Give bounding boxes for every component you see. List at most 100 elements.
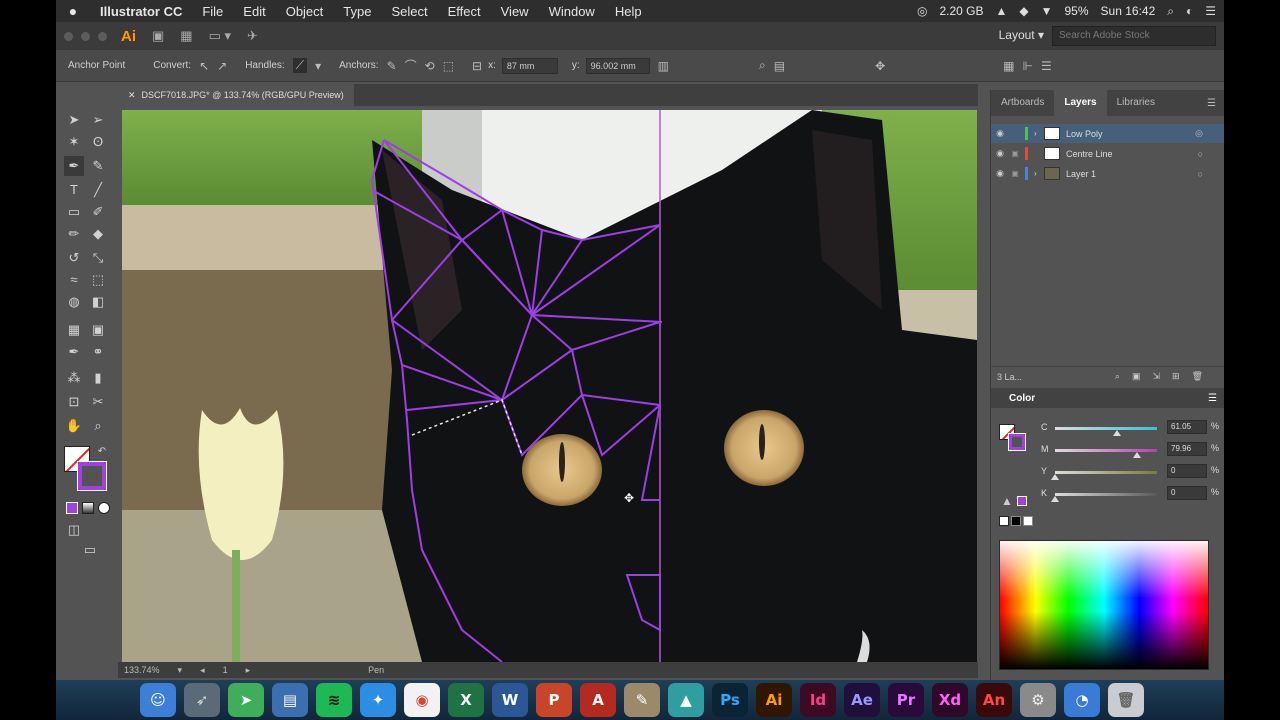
new-sublayer-icon[interactable]: ⇲ bbox=[1152, 371, 1160, 382]
dock-xd-icon[interactable]: Xd bbox=[932, 683, 968, 717]
free-transform-tool-icon[interactable]: ⬚ bbox=[88, 270, 108, 290]
web-safe-swatch[interactable] bbox=[1017, 496, 1027, 506]
color-panel-menu-icon[interactable]: ☰ bbox=[1208, 393, 1224, 404]
notification-center-icon[interactable]: ☰ bbox=[1205, 4, 1216, 18]
dock-system-preferences-icon[interactable]: ⚙ bbox=[1020, 683, 1056, 717]
menu-effect[interactable]: Effect bbox=[438, 4, 491, 19]
remove-anchor-icon[interactable]: ✎ bbox=[387, 59, 397, 73]
layer-row-layer-1[interactable]: ◉ ▣ › Layer 1 ○ bbox=[991, 164, 1224, 183]
dock-migration-icon[interactable]: ◔ bbox=[1064, 683, 1100, 717]
layer-row-low-poly[interactable]: ◉ › Low Poly ◎ bbox=[991, 124, 1224, 143]
prev-artboard-icon[interactable]: ◂ bbox=[200, 665, 205, 676]
layer-row-centre-line[interactable]: ◉ ▣ Centre Line ○ bbox=[991, 144, 1224, 163]
lock-icon[interactable]: ▣ bbox=[1009, 169, 1021, 178]
clock[interactable]: Sun 16:42 bbox=[1101, 4, 1156, 18]
workspace-switcher[interactable]: Layout ▾ bbox=[999, 28, 1044, 42]
menu-edit[interactable]: Edit bbox=[233, 4, 275, 19]
new-layer-icon[interactable]: ⊞ bbox=[1172, 371, 1180, 382]
out-of-gamut-icon[interactable]: ▲ bbox=[1001, 494, 1013, 508]
channel-knob[interactable] bbox=[1051, 474, 1059, 480]
warp-tool-icon[interactable]: ≈ bbox=[64, 270, 84, 290]
y-coordinate-field[interactable]: 96.002 mm bbox=[585, 57, 650, 74]
direct-selection-tool-icon[interactable]: ➢ bbox=[88, 110, 108, 130]
dock-after-effects-icon[interactable]: Ae bbox=[844, 683, 880, 717]
document-tab[interactable]: ✕ DSCF7018.JPG* @ 133.74% (RGB/GPU Previ… bbox=[118, 84, 354, 106]
magic-wand-tool-icon[interactable]: ✶ bbox=[64, 132, 84, 152]
live-paint-tool-icon[interactable]: ◧ bbox=[88, 292, 108, 312]
transform-icon[interactable]: ▥ bbox=[658, 59, 669, 73]
menu-view[interactable]: View bbox=[491, 4, 539, 19]
none-swatch[interactable] bbox=[999, 516, 1009, 526]
clipping-mask-icon[interactable]: ▣ bbox=[1132, 371, 1141, 382]
battery-percent[interactable]: 95% bbox=[1065, 4, 1089, 18]
panel-menu-icon[interactable]: ☰ bbox=[1207, 98, 1224, 109]
screen-mode-icon[interactable]: ▭ bbox=[80, 540, 100, 560]
dock-spotify-icon[interactable]: ≋ bbox=[316, 683, 352, 717]
slider-row-k[interactable]: K 0% bbox=[1041, 484, 1221, 504]
channel-track[interactable] bbox=[1055, 471, 1157, 474]
dock-illustrator-icon[interactable]: Ai bbox=[756, 683, 792, 717]
dock-indesign-icon[interactable]: Id bbox=[800, 683, 836, 717]
visibility-eye-icon[interactable]: ◉ bbox=[991, 168, 1009, 179]
stroke-swatch[interactable] bbox=[77, 461, 107, 491]
fill-color-mode-button[interactable] bbox=[66, 502, 78, 514]
dock-photoshop-icon[interactable]: Ps bbox=[712, 683, 748, 717]
eyedropper-tool-icon[interactable]: ✒ bbox=[64, 342, 84, 362]
none-mode-button[interactable] bbox=[98, 502, 110, 514]
next-artboard-icon[interactable]: ▸ bbox=[246, 665, 251, 676]
gpu-performance-icon[interactable]: ✈ bbox=[247, 28, 258, 44]
zoom-dropdown-icon[interactable]: ▾ bbox=[178, 665, 183, 676]
show-handles-icon[interactable]: ⟋ bbox=[292, 58, 308, 73]
channel-value-field[interactable]: 0 bbox=[1167, 464, 1207, 478]
zoom-level-field[interactable]: 133.74% bbox=[124, 665, 160, 675]
slice-tool-icon[interactable]: ✂ bbox=[88, 392, 108, 412]
delete-layer-icon[interactable]: 🗑 bbox=[1192, 371, 1203, 382]
color-panel-title[interactable]: Color bbox=[1009, 393, 1035, 404]
gradient-mode-button[interactable] bbox=[82, 502, 94, 514]
expand-chevron-icon[interactable]: › bbox=[1034, 169, 1044, 178]
dock-safari-icon[interactable]: ✦ bbox=[360, 683, 396, 717]
channel-value-field[interactable]: 79.96 bbox=[1167, 442, 1207, 456]
dock-acrobat-icon[interactable]: A bbox=[580, 683, 616, 717]
channel-track[interactable] bbox=[1055, 427, 1157, 430]
zoom-tool-icon[interactable]: ⌕ bbox=[88, 416, 108, 436]
locate-object-icon[interactable]: ⌕ bbox=[1115, 371, 1120, 382]
stock-icon[interactable]: ▦ bbox=[180, 28, 192, 44]
paintbrush-tool-icon[interactable]: ✐ bbox=[88, 202, 108, 222]
memory-icon[interactable]: ◎ bbox=[917, 4, 927, 18]
layer-name[interactable]: Layer 1 bbox=[1066, 169, 1096, 179]
close-tab-icon[interactable]: ✕ bbox=[128, 90, 136, 101]
lock-icon[interactable]: ▣ bbox=[1009, 149, 1021, 158]
connect-paths-icon[interactable]: ⌒ bbox=[405, 57, 417, 74]
visibility-eye-icon[interactable]: ◉ bbox=[991, 128, 1009, 139]
symbol-sprayer-tool-icon[interactable]: ⁂ bbox=[64, 368, 84, 388]
fill-stroke-indicator[interactable] bbox=[999, 424, 1027, 452]
channel-knob[interactable] bbox=[1051, 496, 1059, 502]
tab-libraries[interactable]: Libraries bbox=[1107, 90, 1165, 116]
cloud-icon[interactable]: ▲ bbox=[995, 4, 1007, 18]
tab-layers[interactable]: Layers bbox=[1054, 90, 1107, 116]
maximize-window-button[interactable] bbox=[98, 31, 107, 41]
channel-track[interactable] bbox=[1055, 449, 1157, 452]
slider-row-m[interactable]: M 79.96% bbox=[1041, 440, 1221, 460]
dock-finder-icon[interactable]: ☺ bbox=[140, 683, 176, 717]
drawing-modes-icon[interactable]: ◫ bbox=[64, 520, 84, 540]
visibility-eye-icon[interactable]: ◉ bbox=[991, 148, 1009, 159]
shape-properties-icon[interactable]: ▤ bbox=[774, 59, 785, 73]
pencil-tool-icon[interactable]: ✏ bbox=[64, 224, 84, 244]
layer-name[interactable]: Centre Line bbox=[1066, 149, 1113, 159]
shape-builder-tool-icon[interactable]: ◍ bbox=[64, 292, 84, 312]
dock-chrome-icon[interactable]: ◉ bbox=[404, 683, 440, 717]
black-swatch[interactable] bbox=[1011, 516, 1021, 526]
menu-select[interactable]: Select bbox=[381, 4, 437, 19]
scale-tool-icon[interactable]: ⤡ bbox=[88, 248, 108, 268]
expand-chevron-icon[interactable]: › bbox=[1034, 129, 1044, 138]
pen-tool-icon[interactable]: ✒ bbox=[64, 156, 84, 176]
shield-icon[interactable]: ◆ bbox=[1019, 4, 1028, 18]
dock-preview-icon[interactable]: ▤ bbox=[272, 683, 308, 717]
menu-file[interactable]: File bbox=[192, 4, 233, 19]
isolate-selection-icon[interactable]: ⬚ bbox=[443, 59, 454, 73]
menu-type[interactable]: Type bbox=[333, 4, 381, 19]
channel-track[interactable] bbox=[1055, 493, 1157, 496]
siri-icon[interactable]: ◐ bbox=[1186, 4, 1193, 18]
